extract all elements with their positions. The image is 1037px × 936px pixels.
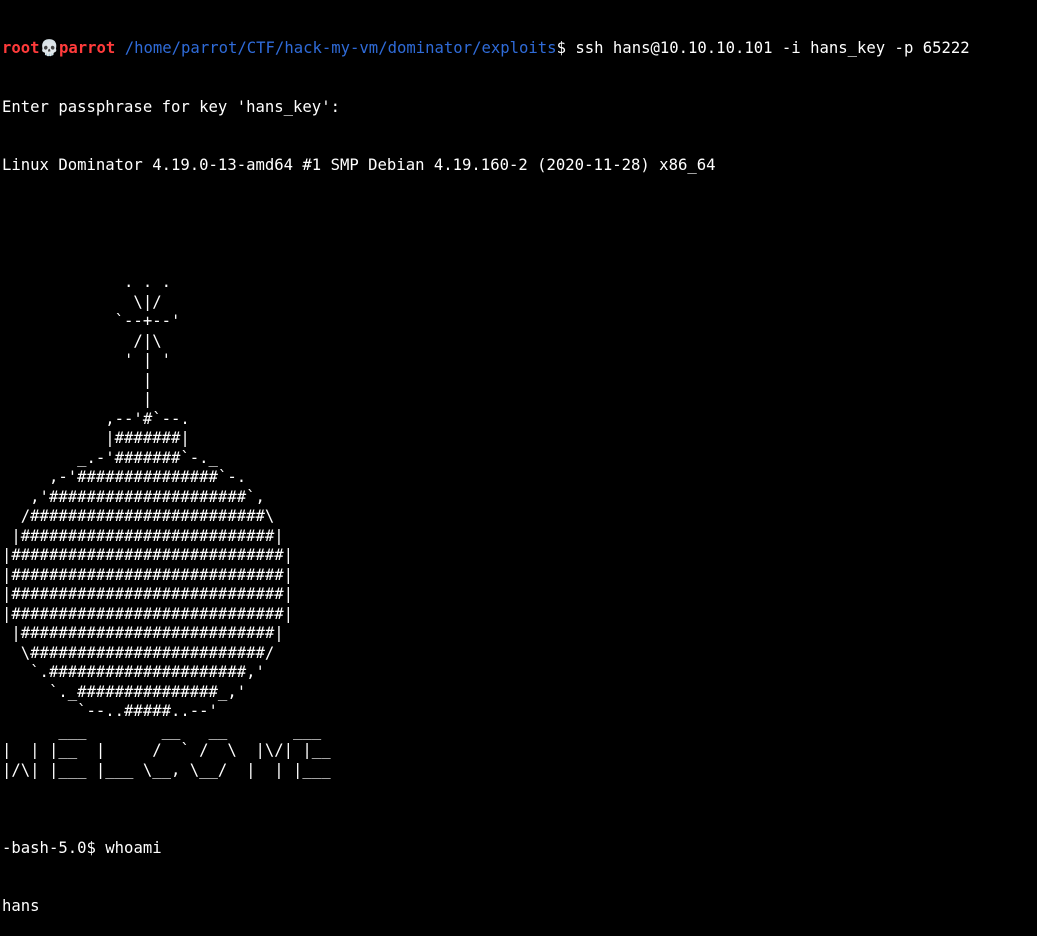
banner-line: _.-'#######`-._ <box>2 448 218 467</box>
prompt-path: /home/parrot/CTF/hack-my-vm/dominator/ex… <box>115 39 557 57</box>
passphrase-prompt: Enter passphrase for key 'hans_key': <box>2 97 340 116</box>
system-info: Linux Dominator 4.19.0-13-amd64 #1 SMP D… <box>2 156 716 174</box>
prompt-command: ssh hans@10.10.10.101 -i hans_key -p 652… <box>575 39 970 57</box>
banner-line: |#############################| <box>2 604 294 623</box>
banner-line: | | |__ | / ` / \ |\/| |__ <box>2 741 331 759</box>
prompt-user: root <box>2 39 40 57</box>
banner-line: \#########################/ <box>2 643 275 662</box>
banner-line: ,'#####################`, <box>2 487 265 506</box>
banner-line: `--+--' <box>2 312 181 330</box>
banner-line: `._###############_,' <box>2 682 247 701</box>
banner-line: |#############################| <box>2 546 294 564</box>
terminal-window[interactable]: root💀parrot /home/parrot/CTF/hack-my-vm/… <box>2 0 1037 915</box>
banner-line: `--..#####..--' <box>2 702 218 720</box>
banner-line: |/\| |___ |___ \__, \__/ | | |___ <box>2 760 331 779</box>
ascii-banner: . . . \|/ `--+--' /|\ ' | ' | | ,--'#`--… <box>2 273 1037 800</box>
banner-line: ,--'#`--. <box>2 409 190 428</box>
banner-line: . . . <box>2 273 171 291</box>
banner-line: ___ __ __ ___ <box>2 721 322 740</box>
banner-line: | <box>2 390 153 408</box>
command-output: hans <box>2 897 40 915</box>
banner-line <box>2 780 1037 800</box>
banner-line: /#########################\ <box>2 507 275 525</box>
banner-line: | <box>2 370 153 389</box>
banner-line: |#############################| <box>2 585 294 603</box>
prompt-line: root💀parrot /home/parrot/CTF/hack-my-vm/… <box>2 39 1037 59</box>
banner-line: ' | ' <box>2 351 171 369</box>
shell-command: whoami <box>105 838 162 857</box>
banner-line: |###########################| <box>2 624 284 642</box>
banner-line: \|/ <box>2 292 162 311</box>
shell-prompt-line: -bash-5.0$ whoami <box>2 839 1037 859</box>
banner-line: `.#####################,' <box>2 663 265 681</box>
shell-prompt: -bash-5.0$ <box>2 838 106 857</box>
prompt-host: parrot <box>58 39 116 57</box>
prompt-symbol: $ <box>556 39 576 57</box>
banner-line: |#######| <box>2 429 190 447</box>
banner-line: |#############################| <box>2 565 294 584</box>
skull-icon: 💀 <box>39 39 59 57</box>
banner-line: /|\ <box>2 331 162 350</box>
banner-line: |###########################| <box>2 526 284 545</box>
banner-line: ,-'###############`-. <box>2 468 247 486</box>
